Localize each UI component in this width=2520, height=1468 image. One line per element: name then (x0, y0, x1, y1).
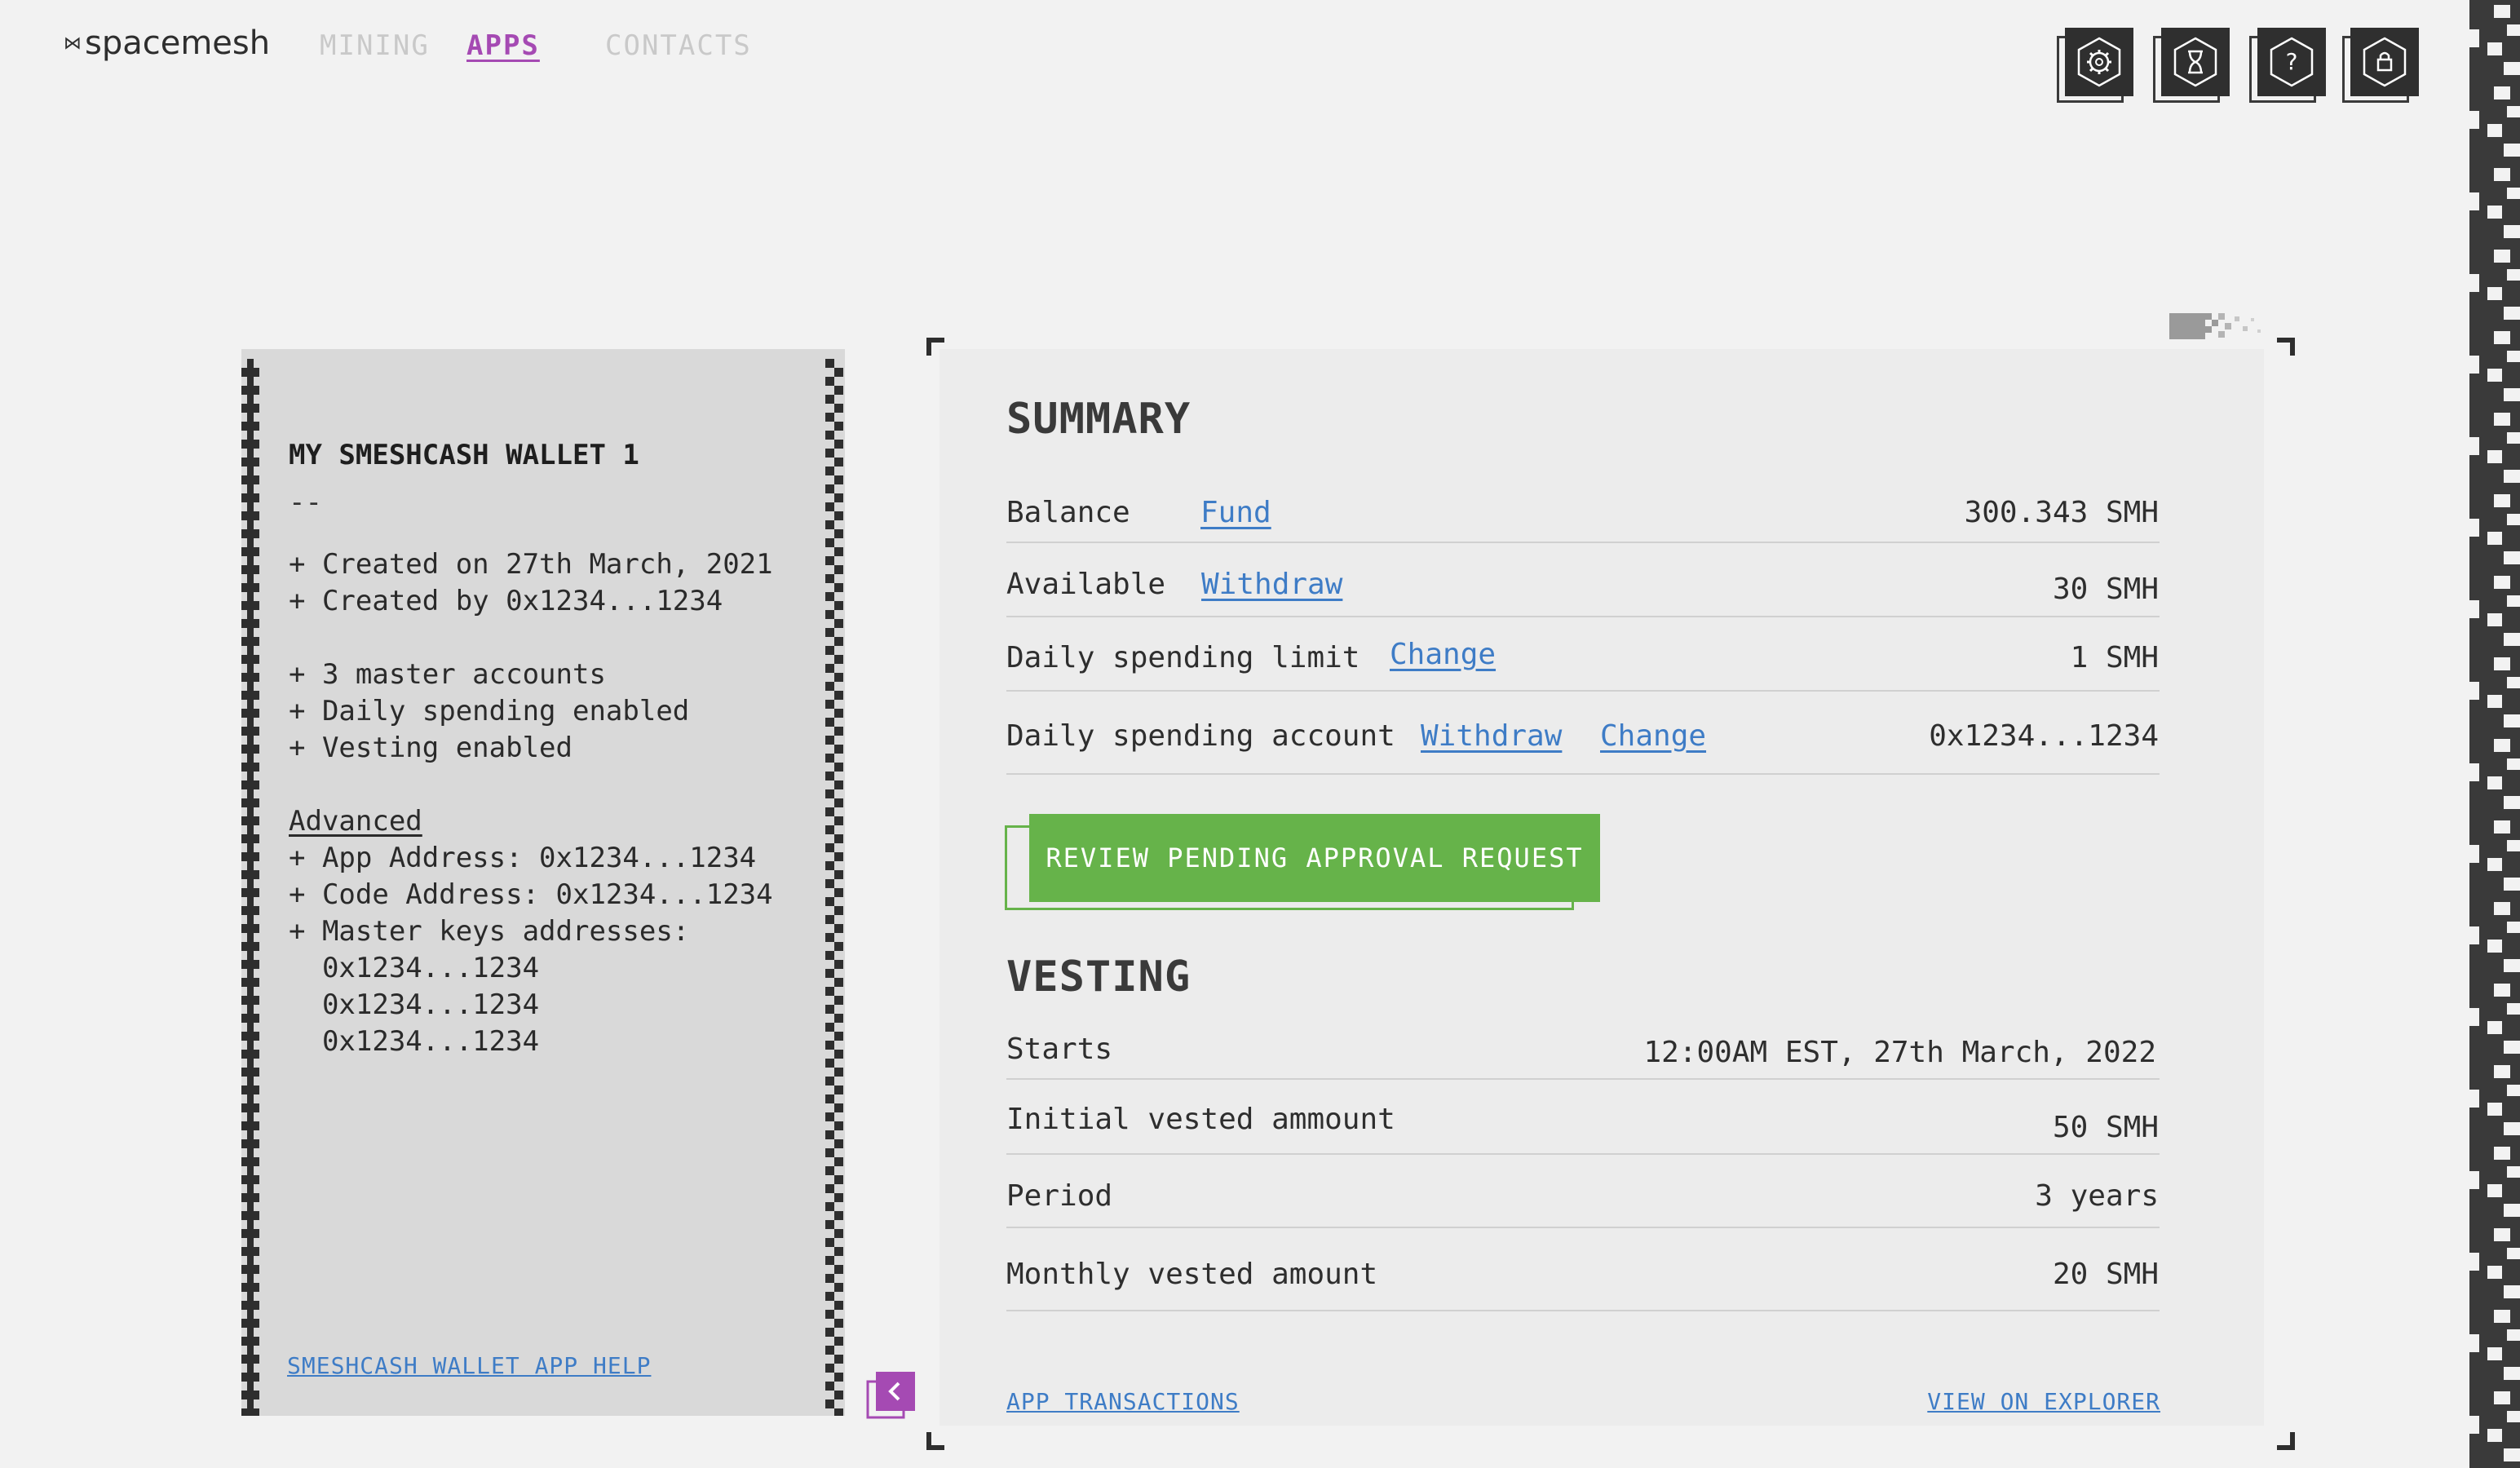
daily-account-value: 0x1234...1234 (1929, 719, 2159, 753)
wallet-info-daily-spending: + Daily spending enabled (289, 695, 690, 727)
nav-contacts[interactable]: CONTACTS (605, 29, 752, 62)
monthly-vested-value: 20 SMH (2052, 1258, 2159, 1291)
starts-label: Starts (1006, 1032, 1113, 1066)
svg-text:?: ? (2286, 48, 2298, 75)
row-divider (1006, 1310, 2160, 1311)
row-divider (1006, 1078, 2160, 1080)
lock-button[interactable] (2342, 28, 2419, 103)
card-pixel-decoration (2169, 313, 2261, 339)
wallet-title: MY SMESHCASH WALLET 1 (289, 439, 639, 471)
available-label: Available (1006, 568, 1166, 601)
card-corner-decoration (926, 1432, 944, 1450)
settings-button[interactable] (2057, 28, 2133, 103)
daily-limit-value: 1 SMH (2070, 641, 2159, 674)
edge-pattern-decoration (2469, 0, 2520, 1468)
panel-border-left-decoration (241, 359, 259, 1416)
review-request-wrapper: REVIEW PENDING APPROVAL REQUEST (1005, 814, 1600, 912)
card-corner-decoration (2277, 338, 2295, 356)
fund-link[interactable]: Fund (1200, 496, 1271, 529)
master-key-address: 0x1234...1234 (289, 1025, 540, 1058)
change-account-link[interactable]: Change (1600, 719, 1706, 753)
card-corner-decoration (2277, 1432, 2295, 1450)
logo-text: spacemesh (85, 24, 271, 62)
spacemesh-logo-icon: ⋈ (64, 33, 82, 54)
app-logo[interactable]: ⋈ spacemesh (64, 24, 270, 62)
wallet-help-link[interactable]: SMESHCASH WALLET APP HELP (287, 1352, 651, 1379)
period-value: 3 years (2035, 1179, 2159, 1213)
wallet-title-separator: -- (289, 486, 322, 519)
view-on-explorer-link[interactable]: VIEW ON EXPLORER (1927, 1388, 2160, 1415)
chevron-left-icon (866, 1372, 915, 1419)
summary-heading: SUMMARY (1006, 395, 1191, 444)
code-address: + Code Address: 0x1234...1234 (289, 878, 773, 911)
timer-button[interactable] (2153, 28, 2230, 103)
wallet-info-vesting: + Vesting enabled (289, 732, 573, 764)
row-divider (1006, 1227, 2160, 1228)
starts-value: 12:00AM EST, 27th March, 2022 (1643, 1036, 2156, 1069)
settings-icon (2077, 37, 2121, 87)
initial-vested-value: 50 SMH (2052, 1111, 2159, 1144)
app-transactions-link[interactable]: APP TRANSACTIONS (1006, 1388, 1240, 1415)
hourglass-icon (2173, 37, 2217, 87)
app-address: + App Address: 0x1234...1234 (289, 842, 757, 874)
wallet-info-created-on: + Created on 27th March, 2021 (289, 548, 773, 581)
advanced-heading: Advanced (289, 805, 422, 838)
row-divider (1006, 542, 2160, 543)
daily-account-label: Daily spending account (1006, 719, 1395, 753)
row-divider (1006, 773, 2160, 775)
withdraw-link[interactable]: Withdraw (1201, 568, 1342, 601)
review-request-button[interactable]: REVIEW PENDING APPROVAL REQUEST (1029, 814, 1600, 902)
initial-vested-label: Initial vested ammount (1006, 1103, 1395, 1136)
period-label: Period (1006, 1179, 1113, 1213)
collapse-panel-button[interactable] (866, 1370, 917, 1421)
daily-limit-label: Daily spending limit (1006, 641, 1360, 674)
row-divider (1006, 1153, 2160, 1155)
row-divider (1006, 690, 2160, 692)
nav-apps[interactable]: APPS (466, 29, 540, 62)
monthly-vested-label: Monthly vested amount (1006, 1258, 1378, 1291)
balance-label: Balance (1006, 496, 1130, 529)
lock-icon (2363, 37, 2407, 87)
panel-border-right-decoration (825, 359, 843, 1416)
wallet-info-master-accounts: + 3 master accounts (289, 658, 606, 691)
vesting-heading: VESTING (1006, 953, 1191, 1002)
help-button[interactable]: ? (2249, 28, 2326, 103)
master-key-address: 0x1234...1234 (289, 988, 540, 1021)
nav-mining[interactable]: MINING (320, 29, 430, 62)
help-icon: ? (2270, 37, 2314, 87)
withdraw-daily-link[interactable]: Withdraw (1421, 719, 1562, 753)
row-divider (1006, 616, 2160, 617)
available-value: 30 SMH (2052, 573, 2159, 606)
change-limit-link[interactable]: Change (1390, 638, 1496, 671)
card-corner-decoration (926, 338, 944, 356)
wallet-info-created-by: + Created by 0x1234...1234 (289, 585, 723, 617)
balance-value: 300.343 SMH (1964, 496, 2159, 529)
master-keys-label: + Master keys addresses: (289, 915, 690, 948)
master-key-address: 0x1234...1234 (289, 952, 540, 984)
